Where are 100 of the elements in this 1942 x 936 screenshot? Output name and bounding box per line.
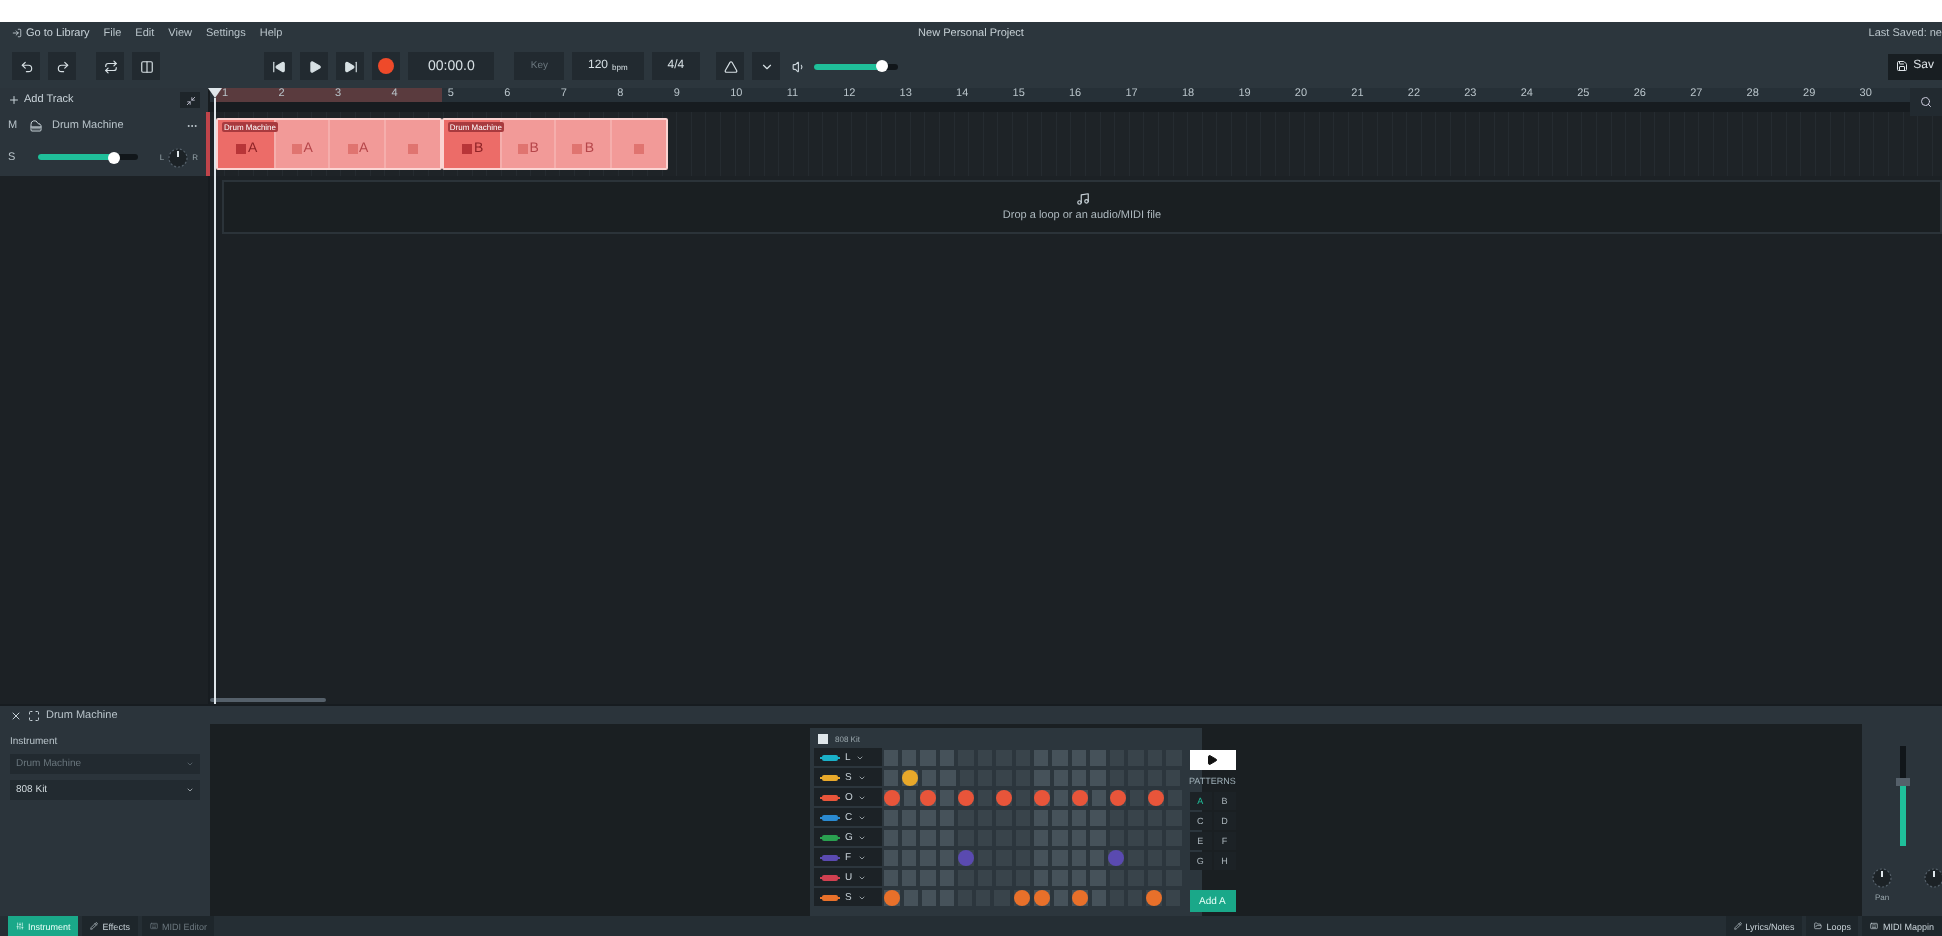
step-cell[interactable] [1032, 748, 1051, 768]
loop-button[interactable] [96, 52, 124, 80]
step-dot [1147, 790, 1164, 806]
step-cell[interactable] [956, 808, 976, 828]
step-cell[interactable] [956, 828, 976, 848]
step-dot [1071, 790, 1088, 806]
reverb-knob[interactable] [1922, 866, 1942, 890]
step-cell[interactable] [938, 788, 957, 808]
step-cell[interactable] [881, 788, 901, 808]
close-icon[interactable] [10, 709, 22, 721]
step-cell[interactable] [918, 828, 938, 848]
step-cell[interactable] [994, 808, 1014, 828]
play-button[interactable] [1189, 750, 1236, 770]
volume-slider[interactable] [814, 63, 899, 69]
pattern-icon [408, 144, 419, 154]
step-cell[interactable] [1032, 788, 1052, 808]
step-cell[interactable] [956, 788, 977, 808]
step-cell[interactable] [1032, 828, 1051, 848]
step-cell[interactable] [955, 848, 976, 868]
step-cell[interactable] [1031, 888, 1052, 908]
collapse-button[interactable] [180, 92, 200, 108]
step-cell[interactable] [956, 868, 976, 888]
plus-icon [8, 94, 20, 106]
step-dot [901, 770, 918, 786]
track-volume-slider[interactable] [38, 154, 138, 160]
loop-region[interactable] [216, 88, 442, 102]
play-button[interactable] [300, 52, 328, 80]
step-dot [996, 790, 1013, 806]
record-button[interactable] [372, 52, 400, 80]
pencil-icon [1733, 922, 1742, 930]
step-cell[interactable] [1088, 808, 1108, 828]
step-cell[interactable] [918, 848, 938, 868]
step-cell[interactable] [1126, 768, 1146, 788]
step-cell[interactable] [1144, 888, 1165, 908]
step-cell[interactable] [1145, 788, 1166, 808]
loop-icon [103, 59, 117, 73]
step-cell[interactable] [1107, 788, 1128, 808]
step-cell[interactable] [1088, 828, 1108, 848]
play-icon [1206, 754, 1219, 766]
pan-knob[interactable] [1870, 866, 1894, 890]
step-cell[interactable] [1050, 808, 1070, 828]
step-cell[interactable] [938, 768, 958, 788]
skip-forward-button[interactable] [336, 52, 364, 80]
step-cell[interactable] [1032, 808, 1051, 828]
step-cell[interactable] [1014, 788, 1032, 808]
step-cell[interactable] [1088, 768, 1108, 788]
step-cell[interactable] [1050, 848, 1070, 868]
search-icon [1920, 96, 1932, 108]
step-cell[interactable] [1088, 848, 1107, 868]
step-dot [1108, 850, 1125, 866]
step-cell[interactable] [994, 788, 1015, 808]
undo-button[interactable] [12, 52, 40, 80]
step-cell[interactable] [899, 768, 920, 788]
step-cell[interactable] [1032, 868, 1051, 888]
play-icon [307, 59, 321, 73]
step-cell[interactable] [994, 768, 1014, 788]
step-cell[interactable] [881, 888, 901, 908]
step-cell[interactable] [992, 888, 1012, 908]
step-cell[interactable] [1050, 828, 1070, 848]
step-cell[interactable] [1069, 888, 1090, 908]
step-cell[interactable] [918, 868, 938, 888]
step-cell[interactable] [994, 868, 1014, 888]
save-icon [1895, 60, 1908, 72]
step-cell[interactable] [918, 808, 938, 828]
step-cell[interactable] [1126, 808, 1146, 828]
step-cell[interactable] [1069, 788, 1090, 808]
step-cell[interactable] [1106, 848, 1127, 868]
step-dot [1033, 890, 1050, 906]
split-button[interactable] [132, 52, 160, 80]
step-cell[interactable] [918, 788, 939, 808]
step-cell[interactable] [1164, 808, 1183, 828]
step-cell[interactable] [918, 748, 938, 768]
step-dot [1034, 790, 1050, 806]
step-cell[interactable] [976, 788, 995, 808]
step-cell[interactable] [1050, 748, 1070, 768]
step-cell[interactable] [1052, 788, 1070, 808]
step-cell[interactable] [1088, 868, 1108, 888]
step-cell[interactable] [1164, 888, 1183, 908]
step-cell[interactable] [1088, 748, 1108, 768]
skip-back-button[interactable] [264, 52, 292, 80]
step-cell[interactable] [1126, 888, 1145, 908]
step-cell[interactable] [956, 888, 975, 908]
skip-forward-icon [343, 59, 357, 73]
step-cell[interactable] [1050, 868, 1070, 888]
metronome-button[interactable] [716, 52, 745, 80]
redo-button[interactable] [48, 52, 76, 80]
step-cell[interactable] [1011, 888, 1032, 908]
step-cell[interactable] [1164, 768, 1183, 788]
step-cell[interactable] [1126, 848, 1146, 868]
step-cell[interactable] [1070, 768, 1089, 788]
search-button[interactable] [1910, 88, 1942, 116]
step-cell[interactable] [1032, 768, 1052, 788]
pencil-icon [90, 922, 99, 930]
triangle-icon [723, 59, 738, 73]
keyboard-icon [1870, 922, 1879, 930]
step-cell[interactable] [1126, 868, 1146, 888]
step-cell[interactable] [956, 748, 976, 768]
horizontal-scrollbar[interactable] [210, 698, 326, 702]
folder-icon [1814, 922, 1823, 930]
volume-fader[interactable] [1899, 746, 1905, 846]
